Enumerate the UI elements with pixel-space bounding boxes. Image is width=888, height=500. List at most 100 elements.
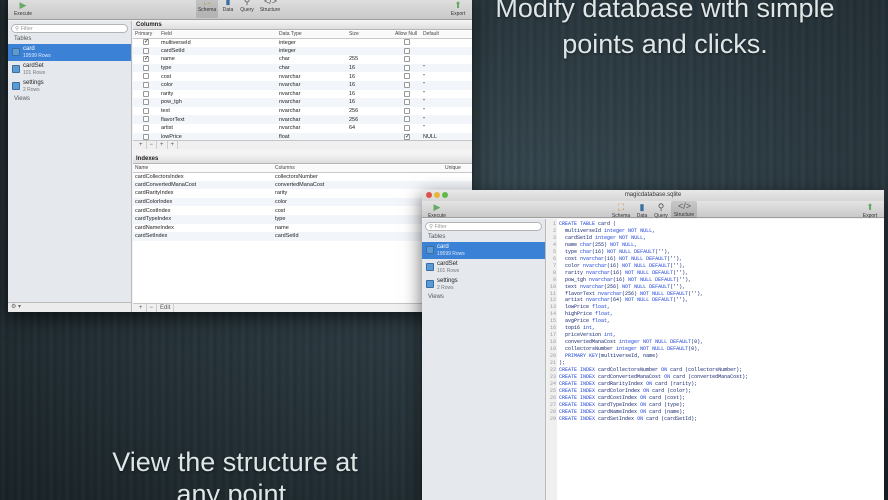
data-button[interactable]: ▮ Data (633, 202, 651, 219)
sql-editor[interactable]: 1 2 3 4 5 6 7 8 9 10 11 12 13 14 15 16 17 18 19 20 21 22 23 24 2… (547, 219, 884, 500)
column-row[interactable]: ✓ name char 255 (133, 55, 472, 64)
schema-button[interactable]: ⛶ Schema (196, 0, 218, 18)
default-cell[interactable]: '' (421, 80, 472, 90)
data-button[interactable]: ▮ Data (219, 0, 237, 13)
default-cell[interactable] (421, 38, 472, 47)
remove-column-button[interactable]: − (147, 141, 158, 149)
add-column-button[interactable]: + (136, 141, 147, 149)
size-cell[interactable]: 256 (347, 107, 393, 116)
column-row[interactable]: cardSetId integer (133, 46, 472, 56)
move-down-button[interactable]: + (168, 141, 179, 149)
schema-button[interactable]: ⛶ Schema (610, 202, 632, 219)
primary-checkbox[interactable] (143, 64, 149, 71)
query-button[interactable]: ⚲ Query (651, 202, 671, 219)
allow-null-checkbox[interactable] (404, 99, 410, 106)
field-cell[interactable]: rarity (159, 90, 277, 99)
index-row[interactable]: cardConvertedManaCost convertedManaCost (133, 180, 472, 190)
type-cell[interactable]: nvarchar (277, 98, 347, 107)
idx-header[interactable]: Unique (443, 165, 472, 173)
execute-button[interactable]: ▶ Execute (12, 0, 34, 17)
primary-checkbox[interactable] (143, 133, 149, 140)
edit-index-button[interactable]: Edit (157, 304, 175, 312)
type-cell[interactable]: nvarchar (277, 90, 347, 99)
index-row[interactable]: cardCollectorsIndex collectorsNumber (133, 172, 472, 181)
primary-checkbox[interactable] (143, 82, 149, 89)
type-cell[interactable]: nvarchar (277, 80, 347, 90)
allow-null-checkbox[interactable] (404, 107, 410, 114)
type-cell[interactable]: nvarchar (277, 107, 347, 116)
col-header[interactable]: Primary (133, 31, 159, 39)
primary-checkbox[interactable] (143, 73, 149, 80)
sidebar-item-card[interactable]: card 19599 Rows (422, 242, 545, 259)
export-button[interactable]: ⬆ Export (448, 0, 468, 17)
structure-button[interactable]: </> Structure (671, 201, 697, 218)
sidebar-item-card[interactable]: card 19599 Rows (8, 44, 131, 61)
sidebar-item-cardset[interactable]: cardSet 101 Rows (422, 259, 545, 276)
allow-null-checkbox[interactable] (404, 47, 410, 54)
column-row[interactable]: pow_tgh nvarchar 16 '' (133, 98, 472, 107)
allow-null-checkbox[interactable] (404, 125, 410, 131)
type-cell[interactable]: nvarchar (277, 72, 347, 81)
type-cell[interactable]: nvarchar (277, 115, 347, 124)
field-cell[interactable]: name (159, 55, 277, 64)
primary-checkbox[interactable] (143, 116, 149, 123)
allow-null-checkbox[interactable]: ✓ (404, 133, 410, 140)
allow-null-checkbox[interactable] (404, 73, 410, 80)
field-cell[interactable]: artist (159, 124, 277, 133)
default-cell[interactable] (421, 46, 472, 56)
field-cell[interactable]: cardSetId (159, 46, 277, 56)
col-header[interactable]: Default (421, 31, 472, 39)
allow-null-checkbox[interactable] (404, 116, 410, 123)
sidebar-item-cardset[interactable]: cardSet 101 Rows (8, 61, 131, 78)
default-cell[interactable]: '' (421, 107, 472, 116)
type-cell[interactable]: nvarchar (277, 124, 347, 133)
type-cell[interactable]: integer (277, 46, 347, 56)
type-cell[interactable]: integer (277, 38, 347, 47)
primary-checkbox[interactable] (143, 99, 149, 106)
structure-button[interactable]: </> Structure (257, 0, 283, 13)
primary-checkbox[interactable]: ✓ (143, 56, 149, 63)
allow-null-checkbox[interactable] (404, 39, 410, 46)
query-button[interactable]: ⚲ Query (237, 0, 257, 13)
column-row[interactable]: text nvarchar 256 '' (133, 107, 472, 116)
field-cell[interactable]: text (159, 107, 277, 116)
add-index-button[interactable]: + (136, 304, 147, 312)
move-up-button[interactable]: + (157, 141, 168, 149)
col-header[interactable]: Allow Null (393, 31, 421, 39)
execute-button[interactable]: ▶ Execute (426, 202, 448, 219)
field-cell[interactable]: type (159, 63, 277, 73)
default-cell[interactable] (421, 55, 472, 64)
column-row[interactable]: type char 16 '' (133, 63, 472, 73)
allow-null-checkbox[interactable] (404, 56, 410, 63)
size-cell[interactable]: 255 (347, 55, 393, 64)
size-cell[interactable] (347, 38, 393, 47)
default-cell[interactable]: '' (421, 115, 472, 124)
filter-input[interactable]: ⚲ Filter (11, 24, 128, 33)
primary-checkbox[interactable] (143, 47, 149, 54)
gear-menu[interactable]: ⚙ ▾ (8, 302, 131, 312)
default-cell[interactable]: '' (421, 72, 472, 81)
size-cell[interactable]: 16 (347, 63, 393, 73)
export-button[interactable]: ⬆ Export (860, 202, 880, 219)
type-cell[interactable]: char (277, 55, 347, 64)
column-row[interactable]: artist nvarchar 64 '' (133, 124, 472, 133)
column-row[interactable]: cost nvarchar 16 '' (133, 72, 472, 81)
default-cell[interactable]: '' (421, 90, 472, 99)
type-cell[interactable]: char (277, 63, 347, 73)
size-cell[interactable]: 16 (347, 98, 393, 107)
field-cell[interactable]: multiverseId (159, 38, 277, 47)
field-cell[interactable]: color (159, 80, 277, 90)
primary-checkbox[interactable]: ✓ (143, 39, 149, 46)
size-cell[interactable]: 256 (347, 115, 393, 124)
col-header[interactable]: Data Type (277, 31, 347, 39)
sidebar-item-settings[interactable]: settings 2 Rows (8, 78, 131, 95)
primary-checkbox[interactable] (143, 90, 149, 97)
size-cell[interactable]: 16 (347, 80, 393, 90)
column-row[interactable]: color nvarchar 16 '' (133, 80, 472, 90)
col-header[interactable]: Field (159, 31, 277, 39)
close-icon[interactable] (426, 192, 432, 198)
column-row[interactable]: flavorText nvarchar 256 '' (133, 115, 472, 124)
allow-null-checkbox[interactable] (404, 64, 410, 71)
field-cell[interactable]: pow_tgh (159, 98, 277, 107)
primary-checkbox[interactable] (143, 107, 149, 114)
